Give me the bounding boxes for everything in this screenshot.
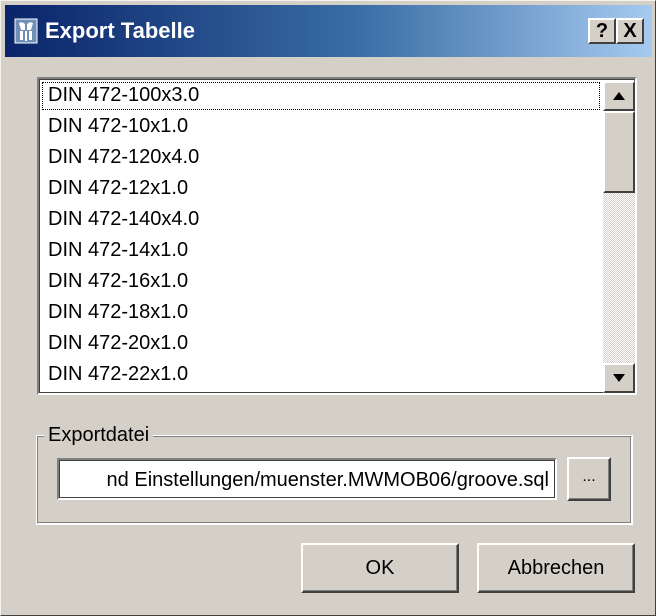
scroll-down-button[interactable] bbox=[603, 363, 635, 393]
ok-button[interactable]: OK bbox=[301, 543, 459, 593]
table-list-items: DIN 472-100x3.0 DIN 472-10x1.0 DIN 472-1… bbox=[41, 81, 601, 393]
vertical-scrollbar[interactable] bbox=[603, 81, 635, 393]
scroll-down-arrow-icon bbox=[613, 374, 625, 382]
scroll-up-arrow-icon bbox=[613, 92, 625, 100]
title-bar[interactable]: Export Tabelle ? X bbox=[5, 5, 652, 57]
list-item[interactable]: DIN 472-100x3.0 bbox=[41, 81, 601, 111]
scroll-up-button[interactable] bbox=[603, 81, 635, 111]
close-button[interactable]: X bbox=[616, 18, 644, 44]
list-item[interactable]: DIN 472-10x1.0 bbox=[41, 112, 601, 142]
export-file-group-label: Exportdatei bbox=[44, 422, 154, 448]
cancel-button[interactable]: Abbrechen bbox=[477, 543, 635, 593]
table-listbox[interactable]: DIN 472-100x3.0 DIN 472-10x1.0 DIN 472-1… bbox=[37, 77, 637, 395]
browse-button[interactable]: ... bbox=[567, 457, 611, 501]
list-item[interactable]: DIN 472-120x4.0 bbox=[41, 143, 601, 173]
help-button[interactable]: ? bbox=[588, 18, 616, 44]
list-item[interactable]: DIN 472-18x1.0 bbox=[41, 298, 601, 328]
list-item[interactable]: DIN 472-20x1.0 bbox=[41, 329, 601, 359]
list-item[interactable]: DIN 472-12x1.0 bbox=[41, 174, 601, 204]
export-file-input[interactable]: nd Einstellungen/muenster.MWMOB06/groove… bbox=[57, 458, 557, 500]
scrollbar-thumb[interactable] bbox=[603, 111, 635, 193]
list-item[interactable]: DIN 472-14x1.0 bbox=[41, 236, 601, 266]
export-dialog: Export Tabelle ? X DIN 472-100x3.0 DIN 4… bbox=[0, 0, 656, 616]
dialog-title: Export Tabelle bbox=[45, 18, 195, 43]
tool-icon bbox=[14, 18, 38, 44]
export-file-path: nd Einstellungen/muenster.MWMOB06/groove… bbox=[106, 469, 549, 491]
list-item[interactable]: DIN 472-22x1.0 bbox=[41, 360, 601, 390]
list-item[interactable]: DIN 472-140x4.0 bbox=[41, 205, 601, 235]
list-item[interactable]: DIN 472-16x1.0 bbox=[41, 267, 601, 297]
browse-button-label: ... bbox=[582, 468, 596, 485]
